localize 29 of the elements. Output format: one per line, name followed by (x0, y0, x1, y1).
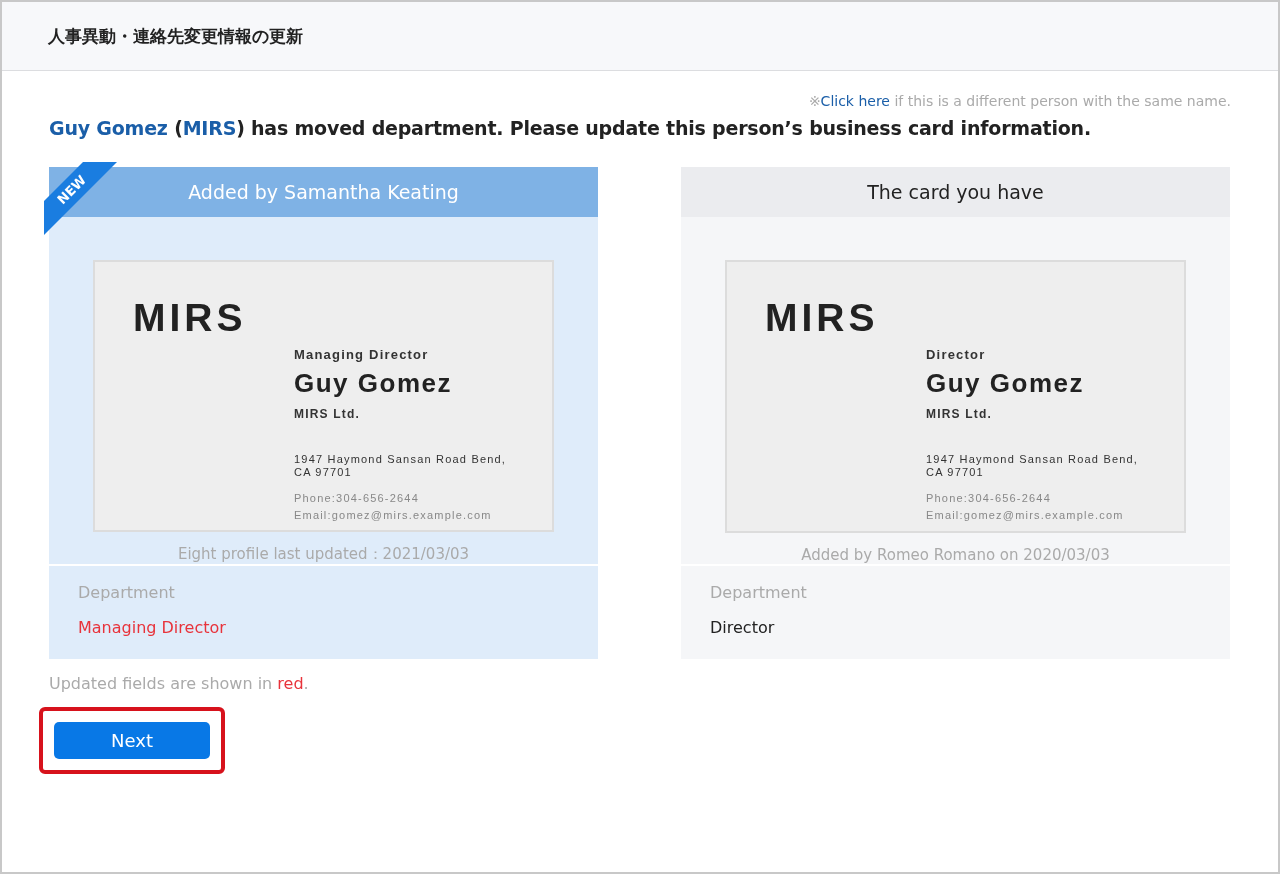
card-company: MIRS Ltd. (294, 407, 362, 421)
next-button[interactable]: Next (54, 722, 210, 759)
card-phone: Phone:304-656-2644 (294, 492, 420, 504)
field-value: Director (710, 618, 776, 637)
card-logo: MIRS (765, 296, 879, 340)
profile-link[interactable]: MIRS (182, 117, 237, 139)
card-caption: Eight profile last updated：2021/03/03 (177, 545, 470, 564)
card-address: 1947 Haymond Sansan Road Bend, CA 97701 (294, 453, 507, 479)
card-person-name: Guy Gomez (926, 368, 1085, 399)
card-panel-header: The card you have (681, 167, 1230, 217)
field-label: Department (78, 583, 176, 602)
card-email: Email:gomez@mirs.example.com (294, 509, 493, 521)
card-address: 1947 Haymond Sansan Road Bend, CA 97701 (926, 453, 1139, 479)
field-value: Managing Director (78, 618, 227, 637)
updated-fields-legend: Updated fields are shown in red. (49, 674, 1230, 693)
card-logo: MIRS (133, 296, 247, 340)
profile-link[interactable]: Guy Gomez (49, 117, 168, 139)
same-name-note: ※Click here if this is a different person with the same name. (808, 93, 1231, 109)
page-title: 人事異動・連絡先変更情報の更新 (48, 24, 303, 48)
click-here-link[interactable]: Click here (820, 93, 890, 109)
card-job-title: Managing Director (294, 347, 430, 362)
card-email: Email:gomez@mirs.example.com (926, 509, 1125, 521)
card-job-title: Director (926, 347, 987, 362)
department-change-message: Guy Gomez (MIRS) has moved department. Please update this person’s business card information. (49, 117, 1092, 139)
card-company: MIRS Ltd. (926, 407, 994, 421)
field-label: Department (710, 583, 808, 602)
card-phone: Phone:304-656-2644 (926, 492, 1052, 504)
card-person-name: Guy Gomez (294, 368, 453, 399)
card-caption: Added by Romeo Romano on 2020/03/03 (801, 546, 1110, 564)
